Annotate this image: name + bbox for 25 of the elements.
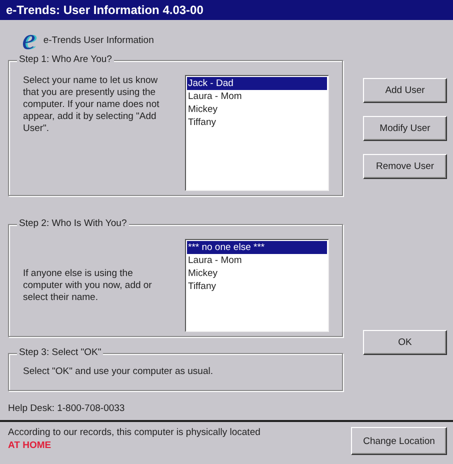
logo: e xyxy=(22,25,36,55)
list-item[interactable]: Laura - Mom xyxy=(187,254,327,267)
list-item[interactable]: Jack - Dad xyxy=(187,77,327,90)
window-title: e-Trends: User Information 4.03-00 xyxy=(0,0,453,20)
list-item[interactable]: *** no one else *** xyxy=(187,241,327,254)
list-item[interactable]: Laura - Mom xyxy=(187,90,327,103)
user-button[interactable]: Modify User xyxy=(363,116,447,141)
list-item[interactable]: Mickey xyxy=(187,267,327,280)
ok-button[interactable]: OK xyxy=(363,330,447,355)
list-item[interactable]: Tiffany xyxy=(187,280,327,293)
instruction-text: Select "OK" and use your computer as usual. xyxy=(23,366,213,379)
instruction-text: If anyone else is using the computer with you now, add or select their name. xyxy=(23,268,153,304)
location-text: According to our records, this computer is physically located xyxy=(8,427,260,438)
list-item[interactable]: Mickey xyxy=(187,103,327,116)
user-button[interactable]: Remove User xyxy=(363,154,447,179)
group-legend: Step 1: Who Are You? xyxy=(17,54,114,65)
instruction-text: Select your name to let us know that you are presently using the computer. If your name does not appear, add it by selecting "Add User". xyxy=(23,75,160,136)
list-item[interactable]: Tiffany xyxy=(187,116,327,129)
user-button[interactable]: Add User xyxy=(363,78,447,103)
help-desk-text: Help Desk: 1-800-708-0033 xyxy=(7,402,126,416)
group-legend: Step 2: Who Is With You? xyxy=(17,218,129,229)
location-value: AT HOME xyxy=(8,439,52,452)
group-legend: Step 3: Select "OK" xyxy=(17,347,104,358)
change-location-button[interactable]: Change Location xyxy=(351,427,447,455)
header-title: e-Trends User Information xyxy=(43,34,154,46)
